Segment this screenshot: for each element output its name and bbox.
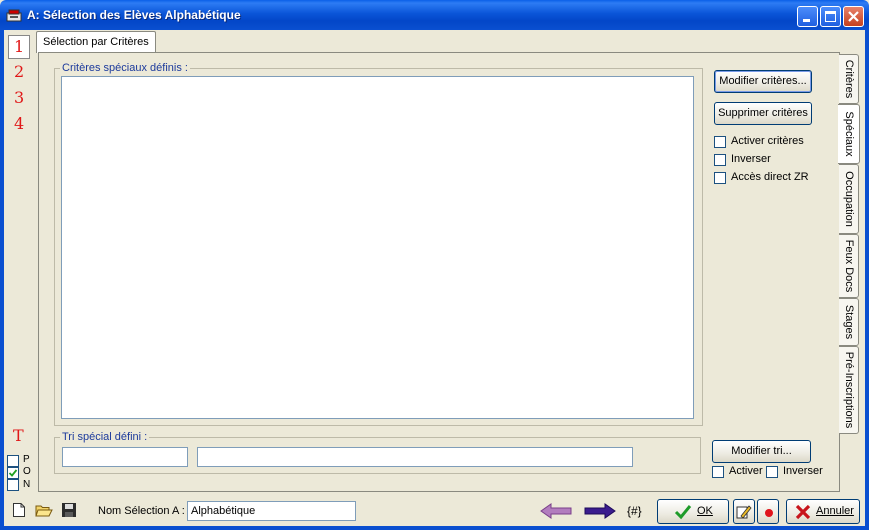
direct-access-zr-label: Accès direct ZR — [731, 171, 809, 183]
selection-number-1[interactable]: 1 — [14, 37, 24, 56]
selection-name-label: Nom Sélection A : — [98, 505, 185, 517]
ok-label: OK — [697, 505, 713, 517]
cancel-label: Annuler — [816, 505, 854, 517]
maximize-icon — [825, 11, 836, 22]
criteria-list[interactable] — [61, 76, 694, 419]
p-checkbox[interactable] — [7, 455, 19, 467]
direct-access-zr-checkbox[interactable] — [714, 172, 726, 184]
arrow-left-icon[interactable] — [539, 502, 573, 520]
sort-field-long[interactable] — [197, 447, 633, 467]
new-file-icon[interactable] — [12, 502, 26, 518]
tab-speciaux-label: Spéciaux — [842, 111, 855, 157]
o-checkbox[interactable] — [7, 467, 19, 479]
activate-sort-checkbox[interactable] — [712, 466, 724, 478]
sort-group-label: Tri spécial défini : — [60, 431, 150, 443]
tab-pre-inscriptions-label: Pré-Inscriptions — [842, 351, 855, 429]
selection-number-2[interactable]: 2 — [14, 62, 24, 81]
app-icon — [6, 9, 22, 22]
invert-sort-label: Inverser — [783, 465, 823, 477]
tab-feux-docs-label: Feux Docs — [842, 239, 855, 293]
maximize-button[interactable] — [820, 6, 841, 27]
selection-number-3[interactable]: 3 — [14, 88, 24, 107]
pen-paper-icon — [736, 505, 752, 519]
ok-button[interactable]: OK — [657, 499, 729, 524]
selection-letter-t[interactable]: T — [13, 426, 24, 445]
n-label: N — [23, 479, 31, 490]
signature-button[interactable] — [733, 499, 755, 524]
p-label: P — [23, 454, 30, 465]
activate-criteria-checkbox[interactable] — [714, 136, 726, 148]
tab-selection-par-criteres[interactable]: Sélection par Critères — [36, 31, 156, 53]
record-dot-icon — [765, 509, 773, 517]
tab-criteres[interactable]: Critères — [839, 54, 859, 104]
tab-criteres-label: Critères — [842, 59, 855, 99]
cancel-x-icon — [795, 504, 811, 520]
tab-stages-label: Stages — [842, 304, 855, 340]
invert-sort-checkbox[interactable] — [766, 466, 778, 478]
close-button[interactable] — [843, 6, 864, 27]
check-icon — [674, 505, 692, 520]
n-checkbox[interactable] — [7, 479, 19, 491]
tab-occupation[interactable]: Occupation — [839, 164, 859, 234]
open-folder-icon[interactable] — [35, 502, 53, 518]
tab-stages[interactable]: Stages — [839, 298, 859, 346]
modify-sort-button[interactable]: Modifier tri... — [712, 440, 811, 463]
window-title: A: Sélection des Elèves Alphabétique — [27, 8, 241, 22]
title-bar: A: Sélection des Elèves Alphabétique — [0, 0, 869, 30]
activate-criteria-label: Activer critères — [731, 135, 804, 147]
record-button[interactable] — [757, 499, 779, 524]
hash-button[interactable]: {#} — [627, 504, 642, 518]
invert-criteria-label: Inverser — [731, 153, 771, 165]
selection-number-4[interactable]: 4 — [14, 114, 24, 133]
activate-sort-label: Activer — [729, 465, 763, 477]
tab-label: Sélection par Critères — [43, 36, 149, 48]
tab-occupation-label: Occupation — [842, 171, 855, 227]
arrow-right-icon[interactable] — [583, 502, 617, 520]
tab-feux-docs[interactable]: Feux Docs — [839, 234, 859, 298]
checkmark-icon — [8, 469, 18, 477]
delete-criteria-button[interactable]: Supprimer critères — [714, 102, 812, 125]
sort-field-short[interactable] — [62, 447, 188, 467]
minimize-button[interactable] — [797, 6, 818, 27]
o-label: O — [23, 466, 31, 477]
selection-name-input[interactable]: Alphabétique — [187, 501, 356, 521]
minimize-icon — [803, 19, 810, 22]
tab-speciaux[interactable]: Spéciaux — [838, 104, 860, 164]
tab-pre-inscriptions[interactable]: Pré-Inscriptions — [839, 346, 859, 434]
modify-criteria-button[interactable]: Modifier critères... — [714, 70, 812, 93]
criteria-group-label: Critères spéciaux définis : — [60, 62, 190, 74]
cancel-button[interactable]: Annuler — [786, 499, 860, 524]
save-icon[interactable] — [61, 502, 77, 518]
invert-criteria-checkbox[interactable] — [714, 154, 726, 166]
close-icon — [848, 11, 859, 22]
